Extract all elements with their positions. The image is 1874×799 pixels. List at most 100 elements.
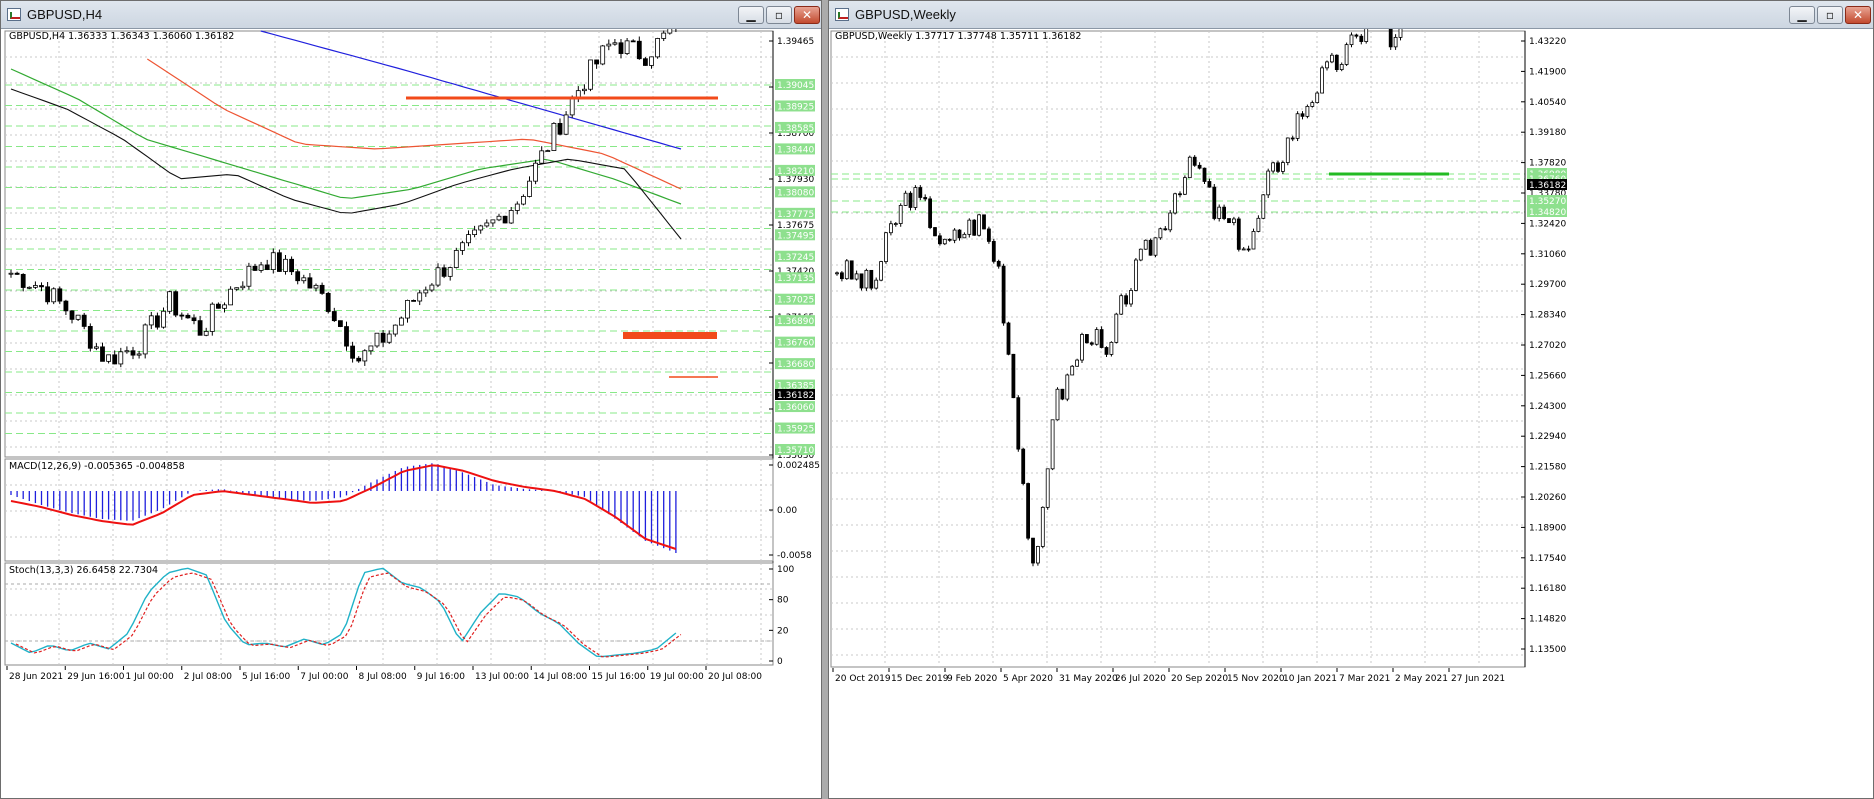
chart-window-h4[interactable]: GBPUSD,H4 ▁ ▫ ✕ GBPUSD,H4 1.36333 1.3634… <box>0 0 822 799</box>
window-titlebar[interactable]: GBPUSD,Weekly ▁ ▫ ✕ <box>829 1 1873 29</box>
time-label: 20 Jul 08:00 <box>708 672 762 682</box>
candle-bear <box>849 260 854 280</box>
candle-bull <box>952 229 957 241</box>
candle-bull <box>270 252 276 270</box>
candle-bull <box>874 279 879 289</box>
level-tag-value: 1.39045 <box>777 81 814 91</box>
chart-header: GBPUSD,Weekly 1.37717 1.37748 1.35711 1.… <box>835 31 1081 42</box>
candle-bull <box>429 284 435 291</box>
candle-bull <box>313 284 319 289</box>
window-title: GBPUSD,H4 <box>27 7 103 22</box>
candle-bull <box>1094 329 1099 345</box>
candle-bull <box>835 272 839 275</box>
minimize-button[interactable]: ▁ <box>738 6 764 24</box>
main-pane <box>830 30 1526 668</box>
stoch-header: Stoch(13,3,3) 26.6458 22.7304 <box>9 565 158 576</box>
candle-bull <box>551 122 557 151</box>
candle-bear <box>344 326 349 347</box>
candle-bull <box>234 287 240 290</box>
candle-bear <box>630 40 636 43</box>
candle-bear <box>1089 342 1094 345</box>
candle-bear <box>1300 113 1305 117</box>
candle-bull <box>582 88 587 92</box>
candle-bear <box>325 292 331 312</box>
minimize-button[interactable]: ▁ <box>1789 6 1815 24</box>
candle-bull <box>161 310 166 328</box>
candle-bull <box>453 250 459 268</box>
candle-bear <box>947 238 952 241</box>
price-tick-label: 1.22940 <box>1529 432 1566 442</box>
macd-header: MACD(12,26,9) -0.005365 -0.004858 <box>9 461 185 472</box>
candle-bear <box>1197 164 1202 169</box>
candle-bear <box>1334 54 1339 71</box>
candle-bull <box>75 314 81 320</box>
candle-bear <box>173 291 179 316</box>
level-tag-value: 1.37495 <box>777 231 814 241</box>
candle-bull <box>1045 468 1050 508</box>
level-tag-value: 1.37135 <box>777 274 814 284</box>
maximize-button[interactable]: ▫ <box>1817 6 1843 24</box>
candle-bear <box>869 269 874 289</box>
price-tick-label: 1.27020 <box>1529 341 1566 351</box>
level-tag-value: 1.38925 <box>777 102 814 112</box>
main-pane <box>4 30 774 458</box>
candle-bull <box>301 277 307 282</box>
h4-chart-area[interactable]: GBPUSD,H4 1.36333 1.36343 1.36060 1.3618… <box>1 29 821 798</box>
candle-bear <box>289 258 295 273</box>
candle-bear <box>1354 34 1359 37</box>
time-label: 2 May 2021 <box>1395 674 1448 684</box>
level-tag-value: 1.35710 <box>777 446 814 456</box>
candle-bull <box>368 345 374 352</box>
candle-bull <box>1364 29 1369 42</box>
close-button[interactable]: ✕ <box>794 6 820 24</box>
weekly-chart-area[interactable]: GBPUSD,Weekly 1.37717 1.37748 1.35711 1.… <box>829 29 1873 798</box>
candle-bear <box>1202 167 1207 182</box>
candle-bull <box>1285 137 1290 163</box>
candle-bear <box>1236 218 1241 250</box>
candle-bull <box>51 288 57 303</box>
macd-tick-label: -0.0058 <box>777 551 812 561</box>
candle-bear <box>112 354 118 365</box>
candle-bull <box>203 331 209 336</box>
candle-bear <box>264 264 270 270</box>
candle-bear <box>1104 347 1109 355</box>
candle-bear <box>1222 206 1227 219</box>
macd-tick-label: 0.002485 <box>777 461 820 471</box>
candle-bear <box>972 219 977 236</box>
candle-bear <box>918 187 923 198</box>
candle-bull <box>612 42 618 45</box>
candle-bear <box>215 303 221 309</box>
time-label: 5 Apr 2020 <box>1003 674 1053 684</box>
candle-bear <box>986 228 991 242</box>
candle-bull <box>1339 64 1344 71</box>
candle-bull <box>94 346 99 349</box>
candle-bear <box>1084 334 1089 344</box>
candle-bull <box>889 223 893 234</box>
price-tick-label: 1.28340 <box>1529 311 1566 321</box>
candle-bear <box>1276 162 1280 172</box>
candle-bull <box>1138 248 1143 261</box>
price-tick-label: 1.32420 <box>1529 219 1566 229</box>
candle-bear <box>100 346 105 362</box>
candle-bear <box>411 300 417 302</box>
candle-bull <box>545 150 551 152</box>
window-titlebar[interactable]: GBPUSD,H4 ▁ ▫ ✕ <box>1 1 821 29</box>
candle-bull <box>1310 102 1315 107</box>
chart-window-weekly[interactable]: GBPUSD,Weekly ▁ ▫ ✕ GBPUSD,Weekly 1.3771… <box>828 0 1874 799</box>
candle-bull <box>1271 162 1276 172</box>
price-tick-label: 1.39465 <box>777 37 814 47</box>
candle-bull <box>1055 388 1060 421</box>
candle-bull <box>240 285 246 289</box>
candle-bear <box>1001 265 1006 324</box>
candle-bull <box>1153 237 1158 256</box>
candle-bear <box>1021 448 1026 484</box>
candle-bull <box>898 205 903 224</box>
candle-bear <box>1016 397 1021 450</box>
maximize-button[interactable]: ▫ <box>766 6 792 24</box>
close-button[interactable]: ✕ <box>1845 6 1871 24</box>
candle-bear <box>1290 137 1295 140</box>
candle-bull <box>222 304 227 309</box>
candle-bear <box>130 350 136 356</box>
level-tag-value: 1.38080 <box>777 188 814 198</box>
candle-bear <box>197 320 203 336</box>
